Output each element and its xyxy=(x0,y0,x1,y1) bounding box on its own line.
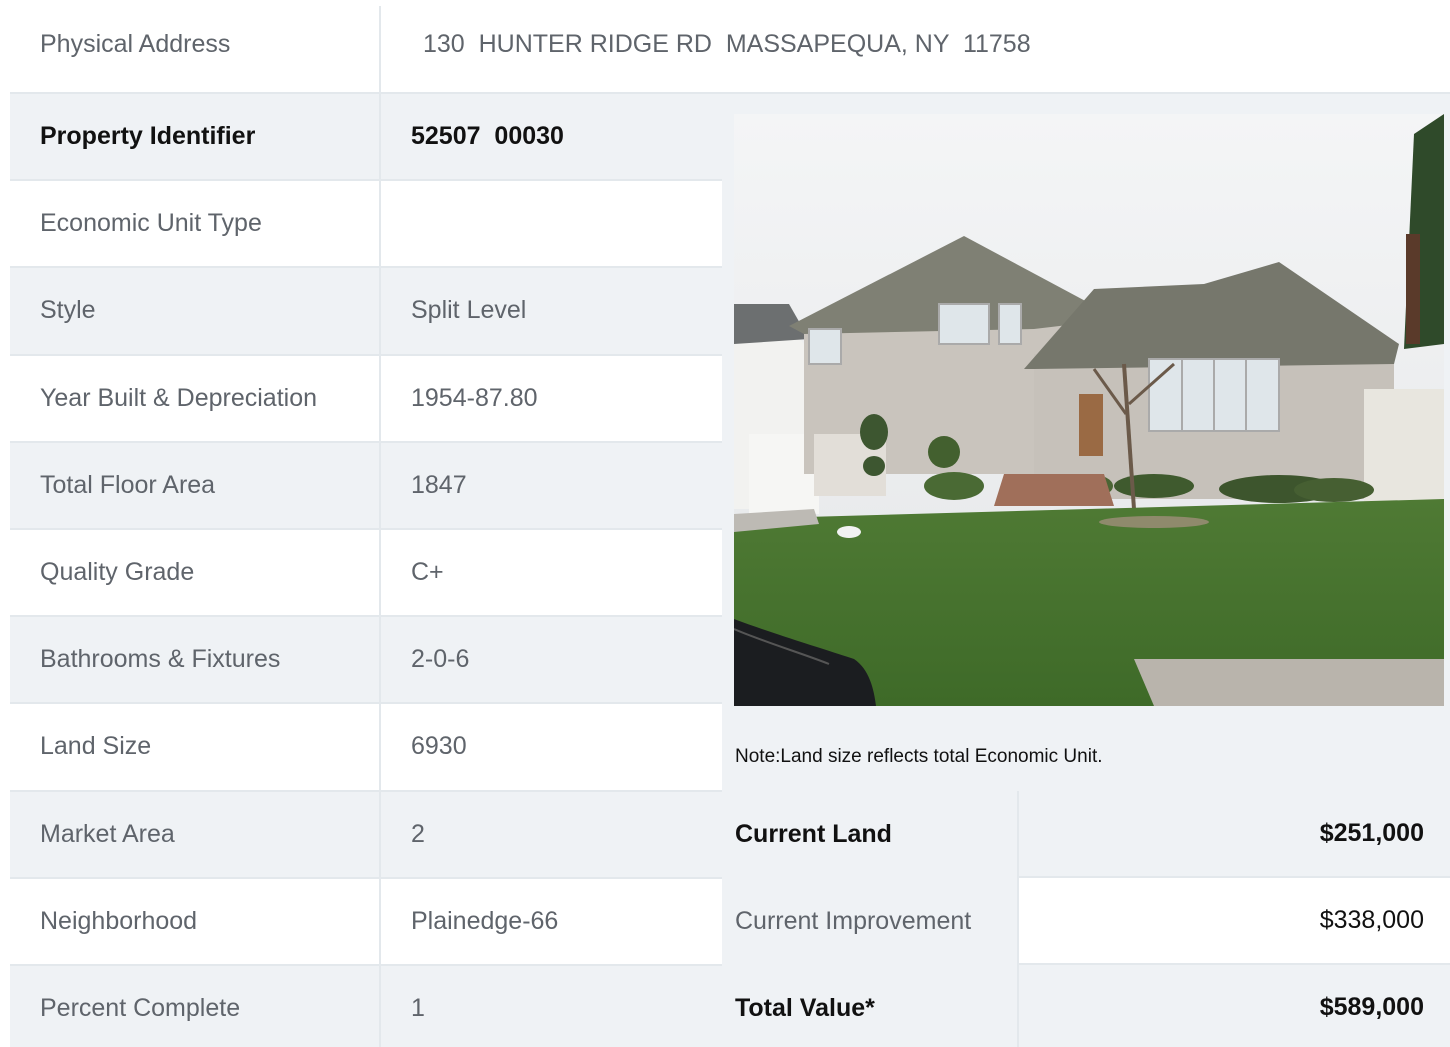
detail-label: Market Area xyxy=(10,791,381,877)
detail-value: 1954-87.80 xyxy=(411,383,538,412)
detail-row-property-identifier: Property Identifier 52507 00030 xyxy=(10,94,722,182)
value-row-current-land: Current Land $251,000 xyxy=(722,791,1450,878)
detail-row-bathrooms: Bathrooms & Fixtures 2-0-6 xyxy=(10,617,722,705)
value-row-total-value: Total Value* $589,000 xyxy=(722,965,1450,1047)
detail-label: Economic Unit Type xyxy=(10,181,381,267)
detail-value: 2 xyxy=(411,819,425,848)
value-amount: $338,000 xyxy=(1017,878,1450,965)
detail-value: 2-0-6 xyxy=(411,645,470,674)
detail-row-quality-grade: Quality Grade C+ xyxy=(10,529,722,618)
valuation-table: Current Land $251,000 Current Improvemen… xyxy=(722,791,1450,1047)
property-details-table: Property Identifier 52507 00030 Economic… xyxy=(10,94,722,1047)
detail-label: Quality Grade xyxy=(10,529,381,616)
detail-row-style: Style Split Level xyxy=(10,268,722,356)
value-label: Current Land xyxy=(722,791,1017,878)
land-size-note: Note:Land size reflects total Economic U… xyxy=(735,746,1103,767)
value-amount: $251,000 xyxy=(1017,791,1450,878)
detail-value: 1847 xyxy=(411,470,467,499)
detail-label: Bathrooms & Fixtures xyxy=(10,617,381,703)
value-label: Total Value* xyxy=(722,965,1017,1047)
physical-address-label: Physical Address xyxy=(10,6,381,92)
detail-label: Property Identifier xyxy=(10,94,381,180)
value-amount: $589,000 xyxy=(1017,965,1450,1047)
detail-row-percent-complete: Percent Complete 1 xyxy=(10,965,722,1047)
value-row-current-improvement: Current Improvement $338,000 xyxy=(722,878,1450,965)
detail-row-market-area: Market Area 2 xyxy=(10,791,722,879)
detail-label: Land Size xyxy=(10,704,381,790)
physical-address-value: 130 HUNTER RIDGE RD MASSAPEQUA, NY 11758 xyxy=(423,30,1031,58)
detail-row-year-built: Year Built & Depreciation 1954-87.80 xyxy=(10,355,722,443)
detail-value: Plainedge-66 xyxy=(411,906,559,935)
detail-value: 52507 00030 xyxy=(411,122,564,151)
detail-row-economic-unit-type: Economic Unit Type xyxy=(10,181,722,269)
detail-label: Year Built & Depreciation xyxy=(10,355,381,441)
detail-value: 1 xyxy=(411,993,425,1022)
value-label: Current Improvement xyxy=(722,878,1017,965)
detail-label: Style xyxy=(10,268,381,354)
property-photo-panel: Note:Land size reflects total Economic U… xyxy=(722,94,1450,1047)
property-photo xyxy=(734,114,1444,706)
detail-label: Percent Complete xyxy=(10,965,381,1047)
detail-value xyxy=(381,181,722,266)
detail-row-neighborhood: Neighborhood Plainedge-66 xyxy=(10,878,722,966)
detail-row-total-floor-area: Total Floor Area 1847 xyxy=(10,442,722,530)
detail-value: Split Level xyxy=(411,296,527,325)
detail-value: C+ xyxy=(411,558,444,587)
detail-row-land-size: Land Size 6930 xyxy=(10,704,722,792)
detail-label: Neighborhood xyxy=(10,878,381,964)
physical-address-row: Physical Address 130 HUNTER RIDGE RD MAS… xyxy=(10,6,1450,94)
detail-value: 6930 xyxy=(411,732,467,761)
detail-label: Total Floor Area xyxy=(10,442,381,528)
